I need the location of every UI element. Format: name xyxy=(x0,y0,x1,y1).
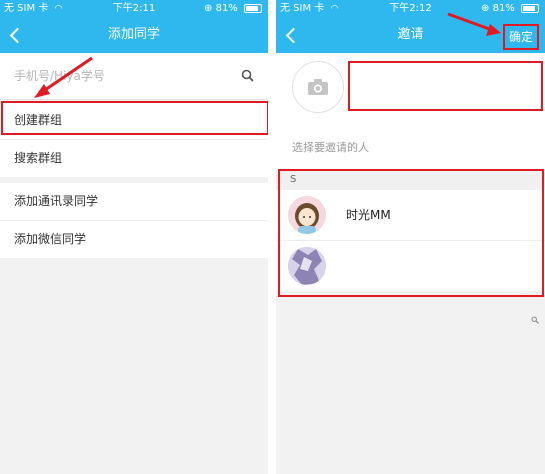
annotation-arrow xyxy=(34,56,93,98)
annotation-arrow xyxy=(447,12,501,36)
invite-screen: 无 SIM 卡 ◠ 下午2:12 ⊕ 81% 邀请 确定 选择要邀请的人 S 时… xyxy=(276,0,545,474)
hint-row: 选择要邀请的人 xyxy=(276,119,545,171)
group-avatar-upload[interactable] xyxy=(292,61,344,113)
highlight-box xyxy=(278,169,544,297)
invite-hint: 选择要邀请的人 xyxy=(292,141,369,154)
group-profile-area xyxy=(276,53,545,119)
group-name-input[interactable] xyxy=(348,61,543,111)
index-search-icon[interactable] xyxy=(531,316,539,324)
camera-icon xyxy=(308,79,328,95)
add-classmate-screen: 无 SIM 卡 ◠ 下午2:11 ⊕ 81% 添加同学 手机号/Hiya学号 创… xyxy=(0,0,268,474)
search-group-item[interactable]: 搜索群组 xyxy=(0,140,268,177)
add-contacts-item[interactable]: 添加通讯录同学 xyxy=(0,183,268,220)
add-wechat-item[interactable]: 添加微信同学 xyxy=(0,221,268,258)
